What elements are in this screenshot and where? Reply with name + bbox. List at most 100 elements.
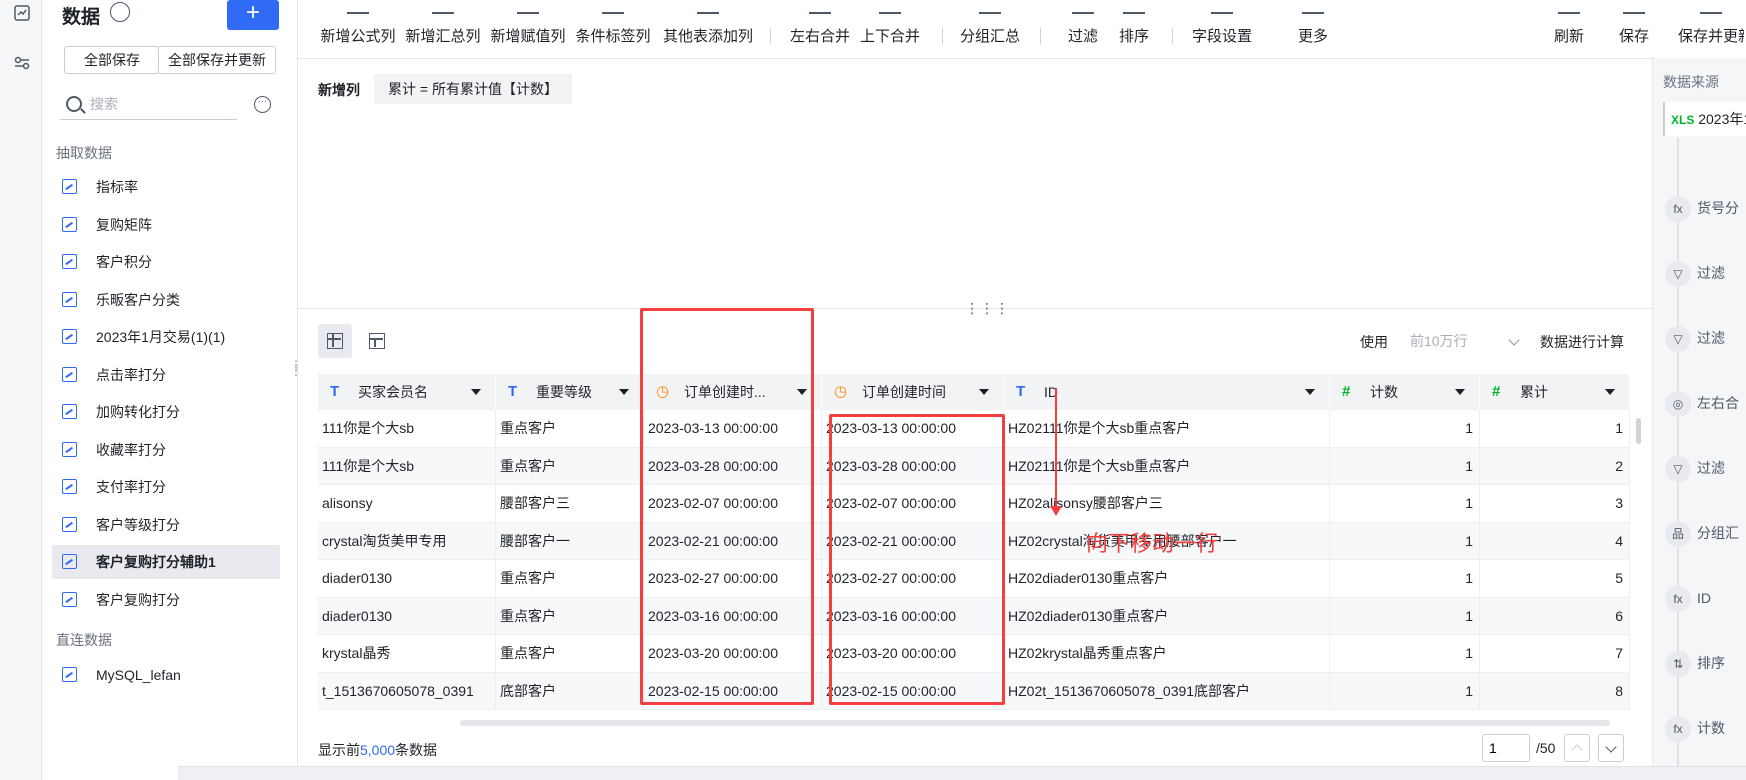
dataset-item[interactable]: 收藏率打分 bbox=[52, 433, 280, 467]
table-cell[interactable]: 腰部客户一 bbox=[496, 522, 644, 560]
table-cell[interactable]: 111你是个大sb bbox=[318, 447, 496, 485]
table-cell[interactable]: HZ02diader0130重点客户 bbox=[1004, 560, 1330, 597]
flow-step[interactable]: ◎ 左右合 bbox=[1665, 389, 1746, 417]
save-update-button[interactable]: 保存并更新 bbox=[1678, 0, 1744, 55]
table-cell[interactable]: 重点客户 bbox=[496, 410, 644, 447]
table-cell[interactable]: 7 bbox=[1480, 635, 1630, 672]
caret-down-icon[interactable] bbox=[1605, 389, 1615, 395]
vertical-scrollbar[interactable] bbox=[1636, 418, 1641, 444]
flow-step[interactable]: 品分组汇 bbox=[1665, 519, 1746, 547]
column-header[interactable]: # 累计 bbox=[1480, 374, 1630, 410]
caret-down-icon[interactable] bbox=[619, 389, 629, 395]
table-cell[interactable]: 腰部客户三 bbox=[496, 485, 644, 522]
dataset-item[interactable]: 乐畈客户分类 bbox=[52, 283, 280, 317]
flow-step[interactable]: ▽ 过滤 bbox=[1665, 259, 1746, 287]
table-cell[interactable]: 6 bbox=[1480, 597, 1630, 635]
dataset-item[interactable]: 客户等级打分 bbox=[52, 508, 280, 542]
table-cell[interactable]: 4 bbox=[1480, 522, 1630, 560]
add-formula-column-button[interactable]: 新增公式列 bbox=[318, 0, 398, 55]
table-cell[interactable]: 1 bbox=[1330, 522, 1480, 560]
prev-page-button[interactable] bbox=[1564, 734, 1590, 762]
dataset-item[interactable]: 加购转化打分 bbox=[52, 395, 280, 429]
flow-step[interactable]: fx ID bbox=[1665, 584, 1746, 612]
flow-step[interactable]: ⇅ 排序 bbox=[1665, 649, 1746, 677]
direct-dataset-item[interactable]: MySQL_lefan bbox=[52, 658, 280, 692]
table-cell[interactable]: diader0130 bbox=[318, 597, 496, 635]
column-header[interactable]: # 计数 bbox=[1330, 374, 1480, 410]
table-cell[interactable]: HZ02diader0130重点客户 bbox=[1004, 597, 1330, 635]
column-header[interactable]: T 买家会员名 bbox=[318, 374, 496, 410]
dataset-item[interactable]: 指标率 bbox=[52, 170, 280, 204]
add-assign-column-button[interactable]: 新增赋值列 bbox=[488, 0, 568, 55]
table-cell[interactable]: 重点客户 bbox=[496, 597, 644, 635]
splitter-drag-icon[interactable]: ⋮⋮⋮ bbox=[965, 300, 1010, 317]
table-cell[interactable]: 1 bbox=[1330, 597, 1480, 635]
table-cell[interactable]: 111你是个大sb bbox=[318, 410, 496, 447]
other-table-column-button[interactable]: 其他表添加列 bbox=[660, 0, 756, 55]
table-cell[interactable]: 3 bbox=[1480, 485, 1630, 522]
table-cell[interactable]: 8 bbox=[1480, 672, 1630, 710]
filter-button[interactable]: 过滤 bbox=[1062, 0, 1104, 55]
grid-view-toggle[interactable] bbox=[318, 324, 352, 358]
collapse-up-icon[interactable] bbox=[110, 2, 130, 22]
flow-step[interactable]: fx 货号分 bbox=[1665, 194, 1746, 222]
table-cell[interactable]: 2 bbox=[1480, 447, 1630, 485]
left-right-merge-button[interactable]: 左右合并 bbox=[788, 0, 852, 55]
table-cell[interactable]: crystal淘货美甲专用 bbox=[318, 522, 496, 560]
caret-down-icon[interactable] bbox=[1455, 389, 1465, 395]
table-cell[interactable]: 重点客户 bbox=[496, 635, 644, 672]
dataset-item[interactable]: 支付率打分 bbox=[52, 470, 280, 504]
dataset-item[interactable]: 2023年1月交易(1)(1) bbox=[52, 320, 280, 354]
flow-step[interactable]: ▽ 过滤 bbox=[1665, 324, 1746, 352]
column-header[interactable]: ◷ 订单创建时间 bbox=[822, 374, 1004, 410]
formula-expression[interactable]: 累计 = 所有累计值【计数】 bbox=[374, 74, 572, 104]
save-all-button[interactable]: 全部保存 bbox=[64, 46, 160, 74]
table-cell[interactable]: 5 bbox=[1480, 560, 1630, 597]
flow-step[interactable]: fx 计数 bbox=[1665, 714, 1746, 742]
refresh-button[interactable]: 刷新 bbox=[1553, 0, 1585, 55]
dataset-item[interactable]: 客户复购打分 bbox=[52, 583, 280, 617]
table-cell[interactable]: t_1513670605078_0391 bbox=[318, 672, 496, 710]
table-view-toggle[interactable] bbox=[360, 324, 394, 358]
add-dataset-button[interactable]: + bbox=[227, 0, 279, 30]
settings-sliders-icon[interactable] bbox=[13, 54, 31, 72]
table-cell[interactable]: 重点客户 bbox=[496, 447, 644, 485]
table-cell[interactable]: 1 bbox=[1330, 635, 1480, 672]
condition-tag-column-button[interactable]: 条件标签列 bbox=[573, 0, 653, 55]
source-node[interactable]: XLS 2023年1 bbox=[1663, 102, 1746, 136]
table-cell[interactable]: 重点客户 bbox=[496, 560, 644, 597]
dataset-item[interactable]: 复购矩阵 bbox=[52, 208, 280, 242]
caret-down-icon[interactable] bbox=[979, 389, 989, 395]
save-button[interactable]: 保存 bbox=[1618, 0, 1650, 55]
column-header[interactable]: T ID bbox=[1004, 374, 1330, 410]
table-cell[interactable]: HZ02111你是个大sb重点客户 bbox=[1004, 447, 1330, 485]
table-cell[interactable]: diader0130 bbox=[318, 560, 496, 597]
dataset-item[interactable]: 点击率打分 bbox=[52, 358, 280, 392]
table-cell[interactable]: 1 bbox=[1330, 672, 1480, 710]
add-summary-column-button[interactable]: 新增汇总列 bbox=[403, 0, 483, 55]
more-options-icon[interactable]: ··· bbox=[254, 96, 271, 113]
search-input[interactable] bbox=[90, 92, 230, 116]
horizontal-scrollbar[interactable] bbox=[460, 720, 1610, 726]
next-page-button[interactable] bbox=[1598, 734, 1624, 762]
top-bottom-merge-button[interactable]: 上下合并 bbox=[858, 0, 922, 55]
table-cell[interactable]: HZ02t_1513670605078_0391底部客户 bbox=[1004, 672, 1330, 710]
flow-step[interactable]: ▽ 过滤 bbox=[1665, 454, 1746, 482]
dataset-icon[interactable] bbox=[13, 4, 31, 22]
field-settings-button[interactable]: 字段设置 bbox=[1190, 0, 1254, 55]
dataset-item[interactable]: 客户积分 bbox=[52, 245, 280, 279]
table-cell[interactable]: 1 bbox=[1330, 410, 1480, 447]
more-button[interactable]: 更多 bbox=[1292, 0, 1334, 55]
table-cell[interactable]: alisonsy bbox=[318, 485, 496, 522]
caret-down-icon[interactable] bbox=[1305, 389, 1315, 395]
table-cell[interactable]: 1 bbox=[1330, 447, 1480, 485]
group-summary-button[interactable]: 分组汇总 bbox=[958, 0, 1022, 55]
caret-down-icon[interactable] bbox=[471, 389, 481, 395]
save-all-update-button[interactable]: 全部保存并更新 bbox=[158, 46, 276, 74]
table-cell[interactable]: HZ02krystal晶秀重点客户 bbox=[1004, 635, 1330, 672]
table-cell[interactable]: 底部客户 bbox=[496, 672, 644, 710]
table-cell[interactable]: krystal晶秀 bbox=[318, 635, 496, 672]
column-header[interactable]: T 重要等级 bbox=[496, 374, 644, 410]
dataset-item[interactable]: 客户复购打分辅助1 bbox=[52, 545, 280, 579]
panel-resize-handle[interactable]: ⋮ ⋮ bbox=[290, 359, 302, 382]
